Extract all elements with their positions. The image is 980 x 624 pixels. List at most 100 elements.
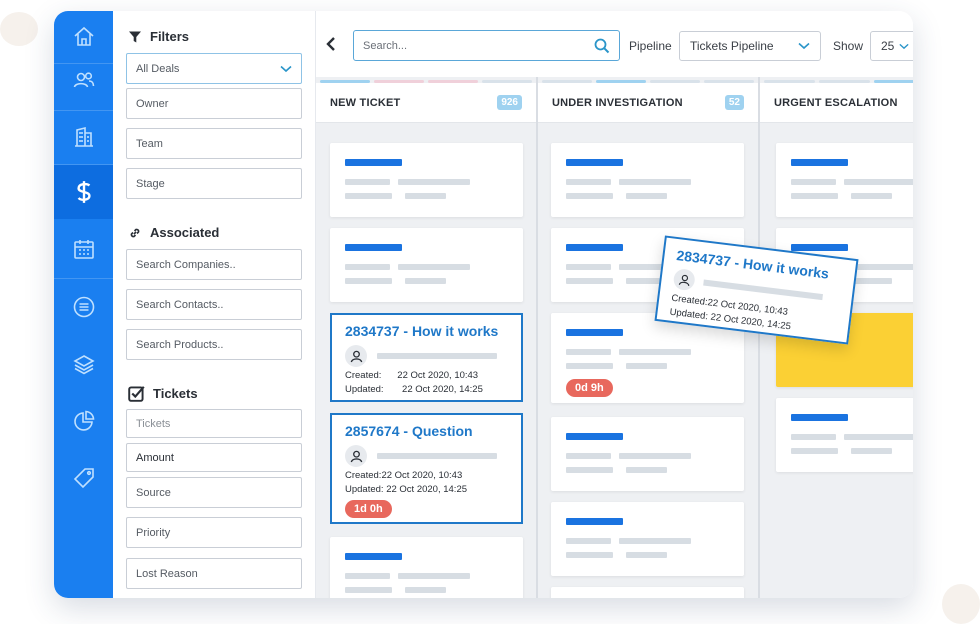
search-icon[interactable] [594, 38, 610, 54]
user-icon [350, 450, 362, 462]
ticket-created: Created: 22 Oct 2020, 10:43 [345, 370, 478, 381]
search-companies-placeholder: Search Companies.. [136, 258, 236, 271]
sla-badge: 1d 0h [345, 500, 392, 518]
filters-title: Filters [150, 29, 190, 44]
updated-value: 22 Oct 2020, 14:25 [386, 484, 468, 495]
ticket-updated: Updated: 22 Oct 2020, 14:25 [345, 484, 467, 495]
user-icon [678, 274, 689, 286]
search-products-field[interactable]: Search Products.. [126, 329, 302, 360]
avatar [345, 445, 367, 467]
dollar-icon [76, 181, 91, 203]
checkbox-checked-icon[interactable] [128, 385, 145, 402]
source-field[interactable]: Source [126, 477, 302, 508]
search-contacts-placeholder: Search Contacts.. [136, 298, 224, 311]
nav-layers[interactable] [54, 338, 113, 390]
owner-filter-label: Owner [136, 97, 169, 110]
ticket-card[interactable]: 2834737 - How it works Created: 22 Oct 2… [330, 313, 523, 402]
amount-field[interactable]: Amount [126, 443, 302, 472]
sla-badge: 0d 9h [566, 379, 613, 397]
companies-icon [74, 126, 93, 147]
nav-contacts[interactable] [54, 56, 113, 104]
updated-label: Updated: [345, 484, 384, 495]
nav-reports[interactable] [54, 395, 113, 447]
associated-title: Associated [150, 225, 220, 240]
column-title: NEW TICKET [330, 96, 401, 109]
nav-rail [54, 11, 113, 598]
deal-card[interactable] [330, 537, 523, 598]
decor-circle-bottom [942, 584, 980, 624]
chevron-down-icon [798, 42, 810, 50]
show-select[interactable]: 25 [870, 31, 913, 61]
owner-filter[interactable]: Owner [126, 88, 302, 119]
nav-calendar[interactable] [54, 223, 113, 275]
tickets-field[interactable]: Tickets [126, 409, 302, 438]
stage-filter-label: Stage [136, 177, 165, 190]
chevron-down-icon [280, 65, 292, 72]
placeholder-line [377, 353, 497, 359]
top-bar: Search... Pipeline Tickets Pipeline Show… [316, 11, 913, 77]
ticket-title: 2857674 - Question [345, 423, 473, 439]
updated-label: Updated: [345, 384, 384, 395]
column-under-investigation: UNDER INVESTIGATION 52 0d 9h [538, 77, 758, 598]
ticket-updated: Updated: 22 Oct 2020, 14:25 [345, 384, 483, 395]
avatar [672, 267, 696, 292]
created-value: 22 Oct 2020, 10:43 [397, 370, 479, 381]
source-field-label: Source [136, 486, 171, 499]
column-new-ticket: NEW TICKET 926 2834737 - How it works Cr… [316, 77, 536, 598]
list-circle-icon [73, 296, 94, 318]
ticket-created: Created:22 Oct 2020, 10:43 [345, 470, 462, 481]
chevron-left-icon[interactable] [324, 36, 338, 52]
deal-card[interactable] [551, 143, 744, 217]
deal-card[interactable] [551, 587, 744, 598]
pie-chart-icon [73, 410, 94, 431]
deal-card[interactable] [330, 143, 523, 217]
column-count: 52 [724, 95, 744, 110]
updated-label: Updated: [668, 306, 709, 323]
lost-reason-field[interactable]: Lost Reason [126, 558, 302, 589]
team-filter-label: Team [136, 137, 163, 150]
calendar-icon [73, 240, 94, 259]
deal-card[interactable] [551, 417, 744, 491]
column-title: URGENT ESCALATION [774, 96, 898, 109]
show-value: 25 [881, 39, 895, 53]
nav-tags[interactable] [54, 452, 113, 504]
pipeline-label: Pipeline [629, 39, 672, 53]
deal-card[interactable] [776, 143, 913, 217]
deal-select-value: All Deals [136, 62, 180, 75]
priority-field[interactable]: Priority [126, 517, 302, 548]
avatar [345, 345, 367, 367]
decor-circle-top [0, 12, 38, 46]
layers-icon [72, 355, 95, 375]
deal-card[interactable] [330, 228, 523, 302]
stage-filter[interactable]: Stage [126, 168, 302, 199]
search-products-placeholder: Search Products.. [136, 338, 224, 351]
tickets-heading: Tickets [128, 385, 198, 402]
pipeline-value: Tickets Pipeline [690, 39, 774, 53]
ticket-card[interactable]: 2857674 - Question Created:22 Oct 2020, … [330, 413, 523, 524]
search-contacts-field[interactable]: Search Contacts.. [126, 289, 302, 320]
contacts-icon [73, 72, 94, 88]
nav-deals[interactable] [54, 165, 113, 219]
nav-companies[interactable] [54, 111, 113, 163]
deal-card[interactable] [776, 398, 913, 472]
deal-select[interactable]: All Deals [126, 53, 302, 84]
search-input[interactable]: Search... [353, 30, 620, 61]
created-label: Created: [345, 470, 382, 481]
created-label: Created: [345, 370, 382, 381]
chevron-down-icon [899, 43, 909, 49]
nav-tasks[interactable] [54, 281, 113, 333]
updated-value: 22 Oct 2020, 14:25 [402, 384, 483, 395]
deal-card[interactable] [551, 502, 744, 576]
show-label: Show [833, 39, 864, 53]
user-icon [350, 350, 362, 362]
ticket-title: 2834737 - How it works [345, 323, 499, 339]
tag-icon [73, 468, 94, 489]
team-filter[interactable]: Team [126, 128, 302, 159]
filters-heading: Filters [128, 29, 189, 44]
created-value: 22 Oct 2020, 10:43 [381, 470, 463, 481]
pipeline-select[interactable]: Tickets Pipeline [679, 31, 821, 61]
search-companies-field[interactable]: Search Companies.. [126, 249, 302, 280]
column-count: 926 [497, 95, 522, 110]
funnel-icon [129, 31, 141, 42]
lost-reason-field-label: Lost Reason [136, 567, 198, 580]
